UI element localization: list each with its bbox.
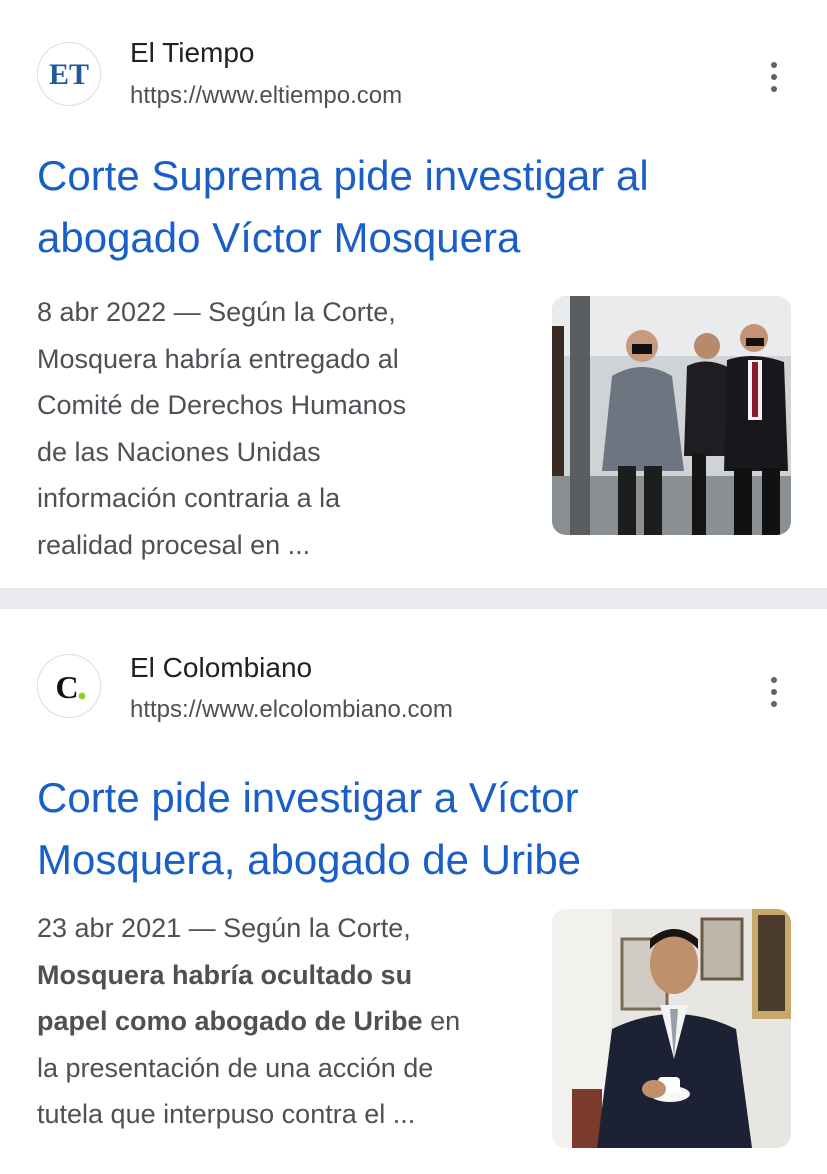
results-divider — [0, 588, 827, 609]
snippet-separator: — — [166, 297, 209, 327]
result-thumbnail[interactable] — [552, 296, 791, 535]
title-line: Corte Suprema pide investigar al — [37, 152, 649, 199]
elcolombiano-favicon-icon[interactable]: C — [37, 654, 101, 718]
result-title-link[interactable]: Corte pide investigar a Víctor Mosquera,… — [37, 767, 797, 891]
snippet-highlight: Mosquera habría ocultado su — [37, 959, 413, 990]
snippet-text: información contraria a la — [37, 483, 341, 513]
site-url[interactable]: https://www.elcolombiano.com — [130, 696, 453, 724]
result-snippet: 8 abr 2022 — Según la Corte, Mosquera ha… — [37, 289, 527, 568]
snippet-date: 8 abr 2022 — [37, 297, 167, 327]
site-name[interactable]: El Tiempo — [130, 37, 255, 69]
title-line: Corte pide investigar a Víctor — [37, 774, 579, 821]
photo-men-walking-icon — [552, 296, 791, 535]
search-result-eltiempo: ET El Tiempo https://www.eltiempo.com Co… — [0, 0, 827, 588]
snippet-text: Según la Corte, — [208, 297, 396, 327]
eltiempo-logo-icon: ET — [49, 58, 89, 91]
snippet-text: realidad procesal en ... — [37, 529, 311, 560]
snippet-separator: — — [181, 913, 224, 943]
snippet-text: Comité de Derechos Humanos — [37, 390, 407, 420]
result-title-link[interactable]: Corte Suprema pide investigar al abogado… — [37, 145, 797, 269]
snippet-text: tutela que interpuso contra el ... — [37, 1099, 416, 1129]
photo-man-holding-cup-icon — [552, 909, 791, 1148]
snippet-text: Según la Corte, — [223, 913, 411, 943]
result-thumbnail[interactable] — [552, 909, 791, 1148]
site-url[interactable]: https://www.eltiempo.com — [130, 82, 402, 110]
eltiempo-favicon-icon[interactable]: ET — [37, 42, 101, 106]
site-name[interactable]: El Colombiano — [130, 652, 312, 684]
snippet-text: Mosquera habría entregado al — [37, 343, 399, 374]
snippet-date: 23 abr 2021 — [37, 913, 182, 943]
snippet-highlight: papel como abogado de Uribe — [37, 1006, 423, 1036]
search-result-elcolombiano: C El Colombiano https://www.elcolombiano… — [0, 609, 827, 1174]
title-line: Mosquera, abogado de Uribe — [37, 836, 582, 883]
elcolombiano-logo-icon: C — [55, 669, 86, 705]
more-options-icon[interactable] — [760, 672, 788, 712]
title-line: abogado Víctor Mosquera — [37, 214, 521, 261]
snippet-text: de las Naciones Unidas — [37, 436, 321, 467]
svg-text:ET: ET — [49, 58, 89, 91]
snippet-text: en — [422, 1006, 461, 1036]
result-snippet: 23 abr 2021 — Según la Corte, Mosquera h… — [37, 905, 527, 1138]
more-options-icon[interactable] — [760, 57, 788, 97]
svg-text:C: C — [55, 669, 78, 705]
snippet-text: la presentación de una acción de — [37, 1052, 434, 1083]
